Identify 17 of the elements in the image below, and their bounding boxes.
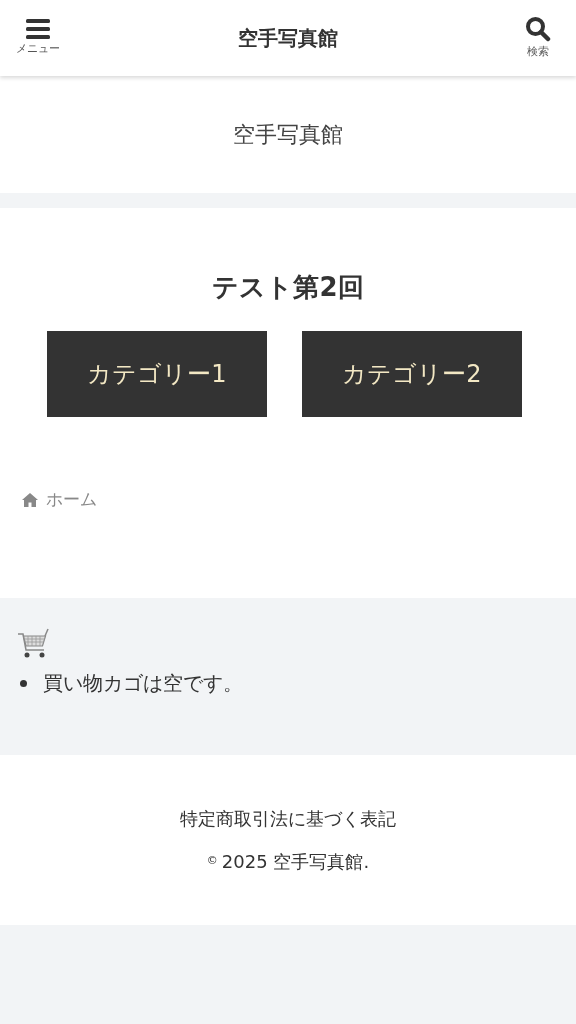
- copyright-icon: ©: [206, 853, 218, 870]
- category-button[interactable]: カテゴリー1: [47, 331, 267, 417]
- category-button[interactable]: カテゴリー2: [302, 331, 522, 417]
- search-icon: [525, 15, 551, 42]
- site-name[interactable]: 空手写真館: [233, 118, 343, 151]
- menu-button[interactable]: メニュー: [0, 18, 76, 58]
- legal-notice-link[interactable]: 特定商取引法に基づく表記: [180, 805, 396, 832]
- empty-cart-message: 買い物カゴは空です。: [43, 670, 243, 697]
- page-heading: テスト第2回: [212, 272, 364, 302]
- search-button[interactable]: 検索: [500, 15, 576, 61]
- site-title[interactable]: 空手写真館: [238, 23, 338, 53]
- bullet-icon: [20, 679, 27, 687]
- home-icon: [22, 492, 38, 507]
- copyright-text: 2025 空手写真館.: [221, 850, 370, 874]
- menu-icon: [26, 18, 50, 39]
- home-link[interactable]: ホーム: [46, 487, 97, 513]
- shopping-cart-icon: [16, 628, 50, 660]
